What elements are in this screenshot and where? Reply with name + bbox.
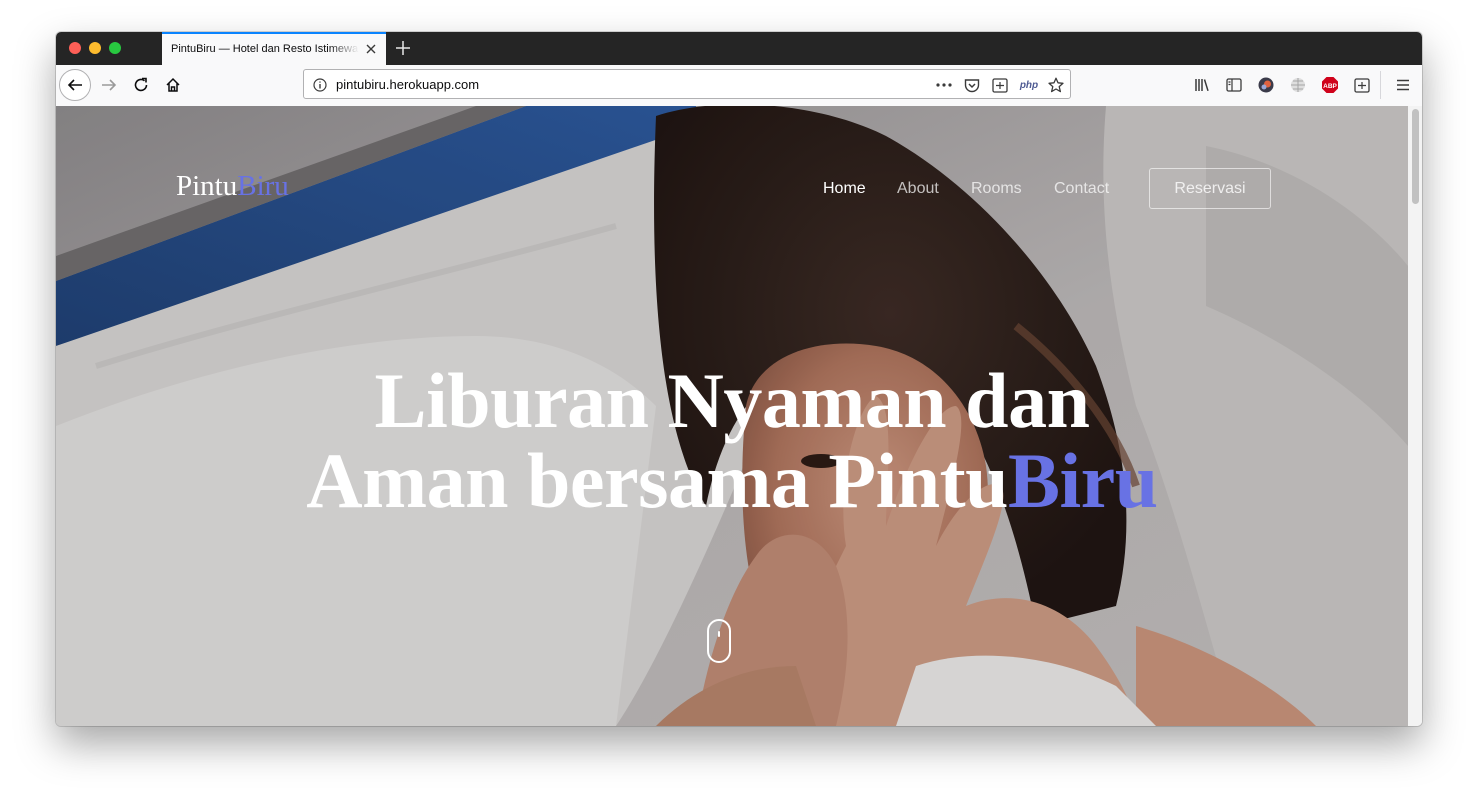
- sidebar-icon[interactable]: [1218, 69, 1250, 101]
- back-icon[interactable]: [59, 69, 91, 101]
- hero-line-2: Aman bersama PintuBiru: [56, 441, 1408, 521]
- close-tab-icon[interactable]: [362, 40, 380, 58]
- globe-icon[interactable]: [1282, 69, 1314, 101]
- browser-tab-active[interactable]: PintuBiru — Hotel dan Resto Istimewa: [162, 32, 386, 65]
- bookmark-star-icon[interactable]: [1046, 75, 1066, 95]
- tab-title: PintuBiru — Hotel dan Resto Istimewa: [171, 43, 359, 55]
- menu-icon[interactable]: [1387, 69, 1419, 101]
- window-close-button[interactable]: [69, 42, 81, 54]
- reload-icon[interactable]: [125, 69, 157, 101]
- nav-link-contact[interactable]: Contact: [1054, 180, 1109, 198]
- adblock-label: ABP: [1323, 83, 1337, 90]
- hero-heading: Liburan Nyaman dan Aman bersama PintuBir…: [56, 361, 1408, 521]
- site-logo[interactable]: PintuBiru: [176, 170, 289, 203]
- nav-toolbar: pintubiru.herokuapp.com php ABP: [56, 65, 1422, 107]
- home-icon[interactable]: [157, 69, 189, 101]
- logo-text-primary: Pintu: [176, 170, 238, 202]
- browser-window: PintuBiru — Hotel dan Resto Istimewa pin…: [56, 32, 1422, 726]
- pocket-icon[interactable]: [962, 75, 982, 95]
- extension-icon[interactable]: [1346, 69, 1378, 101]
- reader-icon[interactable]: [990, 75, 1010, 95]
- hero-line-1: Liburan Nyaman dan: [374, 357, 1090, 444]
- page-scrollbar[interactable]: [1408, 106, 1422, 726]
- window-minimize-button[interactable]: [89, 42, 101, 54]
- adblock-icon[interactable]: ABP: [1314, 69, 1346, 101]
- info-icon[interactable]: [310, 75, 330, 95]
- logo-text-accent: Biru: [237, 170, 289, 202]
- window-maximize-button[interactable]: [109, 42, 121, 54]
- tab-strip: PintuBiru — Hotel dan Resto Istimewa: [56, 32, 1422, 65]
- scrollbar-thumb[interactable]: [1412, 109, 1419, 204]
- url-bar[interactable]: pintubiru.herokuapp.com php: [303, 69, 1071, 99]
- new-tab-icon[interactable]: [392, 37, 414, 59]
- page-viewport: PintuBiru Home About Rooms Contact Reser…: [56, 106, 1408, 726]
- nav-link-rooms[interactable]: Rooms: [971, 180, 1022, 198]
- toolbar-divider: [1380, 71, 1381, 99]
- reservation-button[interactable]: Reservasi: [1149, 168, 1271, 209]
- avatar-icon[interactable]: [1250, 69, 1282, 101]
- nav-link-home[interactable]: Home: [823, 180, 866, 198]
- library-icon[interactable]: [1186, 69, 1218, 101]
- php-icon[interactable]: php: [1017, 75, 1041, 95]
- url-text: pintubiru.herokuapp.com: [336, 77, 480, 92]
- more-icon[interactable]: [934, 75, 954, 95]
- nav-link-about[interactable]: About: [897, 180, 939, 198]
- hero-line-2-text: Aman bersama Pintu: [306, 437, 1008, 524]
- mouse-scroll-icon[interactable]: [707, 619, 731, 663]
- mouse-wheel-dot: [718, 631, 720, 637]
- forward-icon[interactable]: [93, 69, 125, 101]
- hero-line-2-accent: Biru: [1007, 437, 1158, 524]
